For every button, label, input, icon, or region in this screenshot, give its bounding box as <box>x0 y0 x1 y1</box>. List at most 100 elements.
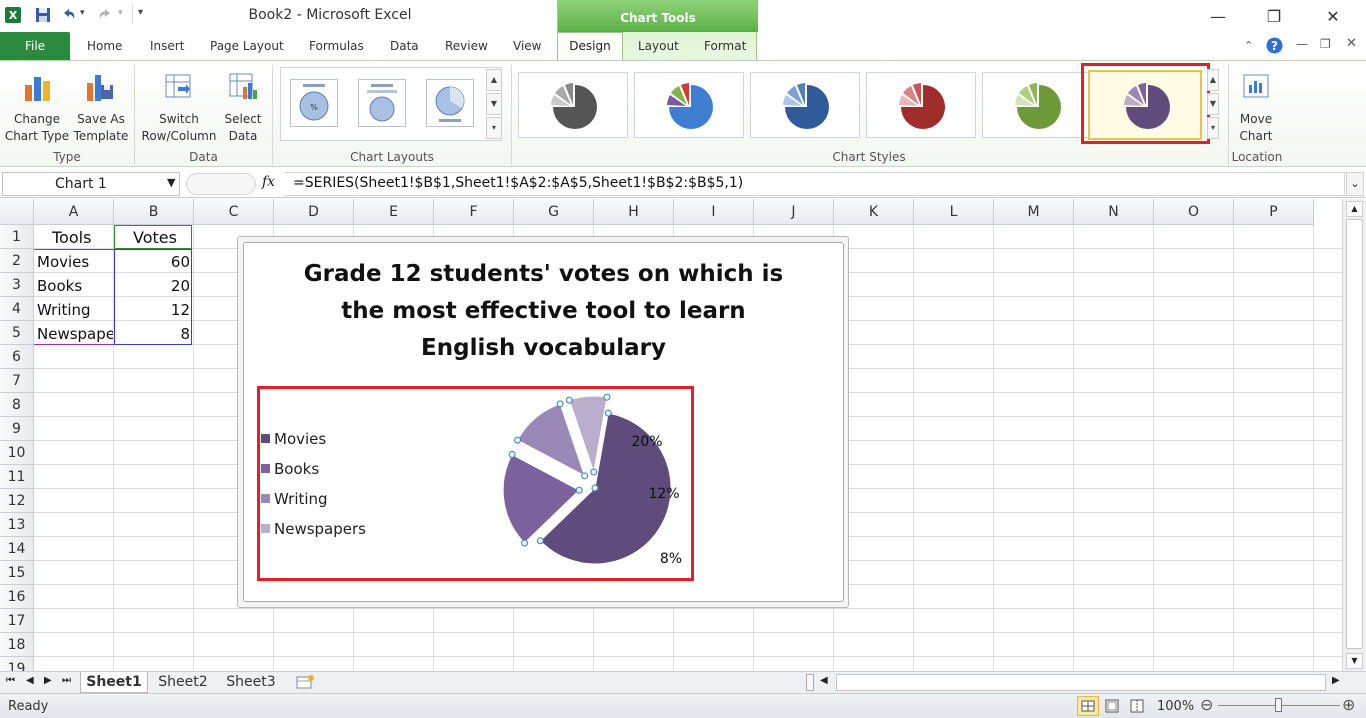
chart-style-gray[interactable] <box>518 72 628 138</box>
hscroll-left-icon[interactable]: ◀ <box>820 675 828 686</box>
column-header[interactable]: M <box>994 199 1074 225</box>
switch-row-column-button[interactable]: Switch Row/Column <box>140 111 218 145</box>
scroll-up-button[interactable]: ▲ <box>1346 201 1363 217</box>
column-header[interactable]: A <box>34 199 114 225</box>
styles-more[interactable]: ▾ <box>1207 117 1219 139</box>
select-data-icon[interactable] <box>227 71 259 103</box>
styles-scroll-up[interactable]: ▲ <box>1207 69 1219 91</box>
row-header[interactable]: 10 <box>0 441 34 465</box>
save-as-template-button[interactable]: Save As Template <box>70 111 132 145</box>
zoom-in-icon[interactable]: ⊕ <box>1342 695 1355 714</box>
column-header[interactable]: H <box>594 199 674 225</box>
chart-title[interactable]: Grade 12 students' votes on which is the… <box>243 256 844 367</box>
row-header[interactable]: 18 <box>0 633 34 657</box>
column-header[interactable]: F <box>434 199 514 225</box>
change-chart-type-icon[interactable] <box>22 71 54 103</box>
column-header[interactable]: L <box>914 199 994 225</box>
tab-formulas[interactable]: Formulas <box>309 39 364 53</box>
column-header[interactable]: P <box>1234 199 1314 225</box>
row-header[interactable]: 17 <box>0 609 34 633</box>
close-button[interactable]: ✕ <box>1318 6 1348 28</box>
zoom-level[interactable]: 100% <box>1157 699 1194 714</box>
sheet-tab-sheet2[interactable]: Sheet2 <box>150 672 216 693</box>
column-header[interactable]: I <box>674 199 754 225</box>
formula-bar-resize-handle[interactable] <box>186 173 256 195</box>
next-sheet-icon[interactable]: ▶ <box>44 675 52 686</box>
workbook-restore-icon[interactable]: ❐ <box>1320 37 1331 51</box>
tab-data[interactable]: Data <box>390 39 419 53</box>
tab-split-handle[interactable] <box>806 674 814 691</box>
styles-scroll-down[interactable]: ▼ <box>1207 93 1219 115</box>
chart-layout-2[interactable] <box>358 79 406 127</box>
sheet-tab-sheet3[interactable]: Sheet3 <box>218 672 284 693</box>
first-sheet-icon[interactable]: ⏮ <box>6 675 15 686</box>
hscroll-right-icon[interactable]: ▶ <box>1332 675 1340 686</box>
insert-function-icon[interactable]: fx <box>262 174 275 190</box>
chart-style-green[interactable] <box>982 72 1092 138</box>
scroll-thumb[interactable] <box>1346 219 1363 649</box>
zoom-slider-thumb[interactable] <box>1275 698 1282 712</box>
row-header[interactable]: 16 <box>0 585 34 609</box>
column-header[interactable]: O <box>1154 199 1234 225</box>
row-header[interactable]: 4 <box>0 297 34 321</box>
last-sheet-icon[interactable]: ⏭ <box>62 675 71 686</box>
tab-design[interactable]: Design <box>557 32 623 61</box>
chart-layout-3[interactable] <box>426 79 474 127</box>
restore-button[interactable]: ❐ <box>1259 6 1289 28</box>
row-header[interactable]: 12 <box>0 489 34 513</box>
save-as-template-icon[interactable] <box>84 71 116 103</box>
row-header[interactable]: 2 <box>0 249 34 273</box>
row-header[interactable]: 7 <box>0 369 34 393</box>
chart-style-blue[interactable] <box>750 72 860 138</box>
tab-view[interactable]: View <box>513 39 541 53</box>
select-all-corner[interactable] <box>0 199 34 225</box>
tab-format[interactable]: Format <box>704 39 746 53</box>
layouts-scroll-up[interactable]: ▲ <box>486 69 502 91</box>
chart-style-red[interactable] <box>866 72 976 138</box>
row-header[interactable]: 19 <box>0 657 34 671</box>
vertical-scrollbar[interactable]: ▲ ▼ <box>1342 199 1366 671</box>
change-chart-type-button[interactable]: Change Chart Type <box>4 111 70 145</box>
page-layout-view-icon[interactable] <box>1102 697 1122 715</box>
sheet-tab-sheet1[interactable]: Sheet1 <box>80 672 148 693</box>
row-header[interactable]: 6 <box>0 345 34 369</box>
page-break-view-icon[interactable] <box>1127 697 1147 715</box>
tab-page-layout[interactable]: Page Layout <box>210 39 284 53</box>
cell-A1[interactable]: Tools <box>52 226 91 250</box>
expand-formula-bar-button[interactable]: ⌄ <box>1346 172 1364 196</box>
chart-style-multicolor[interactable] <box>634 72 744 138</box>
row-header[interactable]: 15 <box>0 561 34 585</box>
row-header[interactable]: 3 <box>0 273 34 297</box>
chart-layout-1[interactable]: % <box>290 79 338 127</box>
name-box-dropdown-icon[interactable]: ▼ <box>167 176 175 189</box>
switch-row-column-icon[interactable] <box>162 71 194 103</box>
column-header[interactable]: B <box>114 199 194 225</box>
row-header[interactable]: 1 <box>0 225 34 249</box>
column-header[interactable]: J <box>754 199 834 225</box>
row-header[interactable]: 9 <box>0 417 34 441</box>
tab-layout[interactable]: Layout <box>638 39 679 53</box>
column-header[interactable]: E <box>354 199 434 225</box>
column-header[interactable]: K <box>834 199 914 225</box>
insert-sheet-icon[interactable] <box>294 674 316 691</box>
normal-view-button[interactable] <box>1077 696 1099 716</box>
minimize-button[interactable]: — <box>1203 6 1233 28</box>
minimize-ribbon-icon[interactable]: ⌃ <box>1244 39 1253 52</box>
column-header[interactable]: C <box>194 199 274 225</box>
layouts-scroll-down[interactable]: ▼ <box>486 93 502 115</box>
row-header[interactable]: 8 <box>0 393 34 417</box>
tab-review[interactable]: Review <box>445 39 488 53</box>
select-data-button[interactable]: Select Data <box>218 111 268 145</box>
zoom-out-icon[interactable]: ⊖ <box>1200 695 1213 714</box>
row-header[interactable]: 14 <box>0 537 34 561</box>
row-header[interactable]: 11 <box>0 465 34 489</box>
move-chart-icon[interactable] <box>1240 71 1272 103</box>
scroll-down-button[interactable]: ▼ <box>1346 653 1363 669</box>
move-chart-button[interactable]: Move Chart <box>1230 111 1282 145</box>
layouts-more[interactable]: ▾ <box>486 117 502 139</box>
tab-insert[interactable]: Insert <box>150 39 184 53</box>
row-header[interactable]: 5 <box>0 321 34 345</box>
hscroll-thumb[interactable] <box>836 674 1326 691</box>
workbook-minimize-icon[interactable]: — <box>1296 37 1308 51</box>
column-header[interactable]: G <box>514 199 594 225</box>
